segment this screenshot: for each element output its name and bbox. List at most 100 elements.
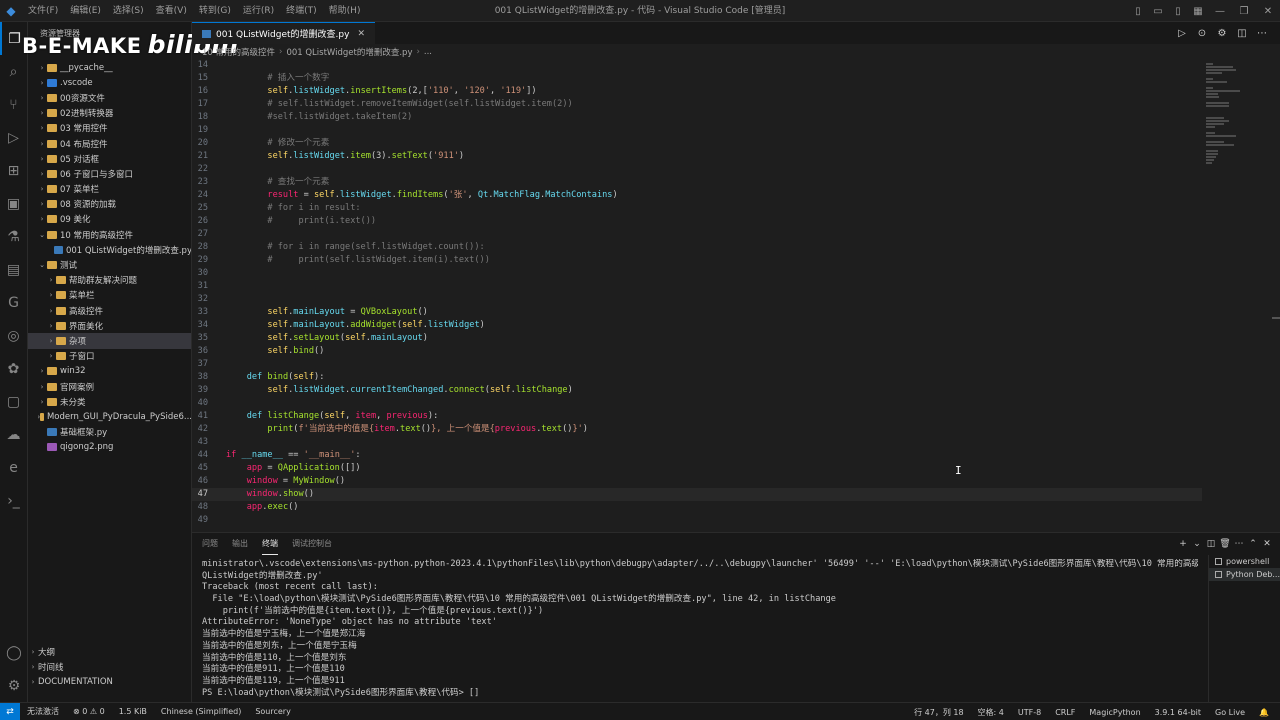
code-line[interactable]: 19 (192, 124, 1202, 137)
run-file-icon[interactable]: ▷ (1172, 28, 1192, 39)
code-line[interactable]: 16 self.listWidget.insertItems(2,['110',… (192, 85, 1202, 98)
notifications-bell-icon[interactable]: 🔔 (1252, 708, 1276, 717)
tree-item[interactable]: 001 QListWidget的增删改查.py (28, 242, 191, 257)
tab-debug-console[interactable]: 调试控制台 (292, 533, 332, 555)
tree-item[interactable]: 基础框架.py (28, 425, 191, 440)
status-activation[interactable]: 无法激活 (20, 706, 66, 717)
menu-edit[interactable]: 编辑(E) (64, 0, 107, 22)
more-actions-icon[interactable]: ⋯ (1232, 539, 1246, 549)
status-interpreter[interactable]: 3.9.1 64-bit (1148, 708, 1208, 717)
tree-item[interactable]: › 09 美化 (28, 212, 191, 227)
tree-item[interactable]: › 杂项 (28, 333, 191, 349)
breadcrumb-folder[interactable]: 10 常用的高级控件 (202, 46, 275, 58)
tab-output[interactable]: 输出 (232, 533, 248, 555)
terminal-item-python-debug[interactable]: Python Deb... (1209, 568, 1280, 581)
code-line[interactable]: 38 def bind(self): (192, 371, 1202, 384)
code-line[interactable]: 24 result = self.listWidget.findItems('张… (192, 189, 1202, 202)
code-line[interactable]: 29 # print(self.listWidget.item(i).text(… (192, 254, 1202, 267)
code-editor[interactable]: 14 15 # 插入一个数字 16 self.listWidget.insertIt… (192, 59, 1202, 531)
run-debug-icon[interactable]: ▷ (0, 121, 27, 154)
maximize-panel-icon[interactable]: ⌃ (1246, 539, 1260, 549)
tree-item[interactable]: › .vscode (28, 75, 191, 90)
tree-item[interactable]: › 05 对话框 (28, 151, 191, 166)
code-line[interactable]: 14 (192, 59, 1202, 72)
code-line[interactable]: 40 (192, 397, 1202, 410)
code-line[interactable]: 20 # 修改一个元素 (192, 137, 1202, 150)
code-line[interactable]: 49 (192, 514, 1202, 527)
remote-explorer-icon[interactable]: ▣ (0, 187, 27, 220)
search-icon[interactable]: ⌕ (0, 55, 27, 88)
status-language-mode[interactable]: MagicPython (1082, 708, 1147, 717)
status-problems[interactable]: ⊗ 0 ⚠ 0 (66, 707, 112, 716)
tree-item[interactable]: › 06 子窗口与多窗口 (28, 166, 191, 181)
tree-item[interactable]: › 08 资源的加载 (28, 197, 191, 212)
menu-help[interactable]: 帮助(H) (323, 0, 367, 22)
code-line[interactable]: 36 self.bind() (192, 345, 1202, 358)
source-control-icon[interactable]: ⑂ (0, 88, 27, 121)
menu-run[interactable]: 运行(R) (237, 0, 280, 22)
layout-icon[interactable]: ▦ (1188, 6, 1208, 17)
timeline-section[interactable]: › 时间线 (28, 660, 191, 675)
gitlens-icon[interactable]: G (0, 286, 27, 319)
breadcrumb-file[interactable]: 001 QListWidget的增删改查.py (286, 46, 412, 58)
code-line[interactable]: 28 # for i in range(self.listWidget.coun… (192, 241, 1202, 254)
code-line[interactable]: 42 print(f'当前选中的值是{item.text()}, 上一个值是{p… (192, 423, 1202, 436)
tree-item[interactable]: › 07 菜单栏 (28, 182, 191, 197)
editor-scrollbar[interactable] (1272, 59, 1280, 531)
minimap[interactable] (1202, 59, 1272, 531)
code-line[interactable]: 30 (192, 267, 1202, 280)
status-cursor-position[interactable]: 行 47，列 18 (907, 707, 970, 718)
code-line[interactable]: 31 (192, 280, 1202, 293)
tree-item[interactable]: › 帮助群友解决问题 (28, 273, 191, 288)
status-eol[interactable]: CRLF (1048, 708, 1082, 717)
toggle-sidebar-icon[interactable]: ▯ (1128, 6, 1148, 17)
code-line[interactable]: 15 # 插入一个数字 (192, 72, 1202, 85)
code-line[interactable]: 21 self.listWidget.item(3).setText('911'… (192, 150, 1202, 163)
tree-item[interactable]: › 子窗口 (28, 349, 191, 364)
code-line[interactable]: 47 window.show() (192, 488, 1202, 501)
outline-section[interactable]: › 大纲 (28, 644, 191, 659)
cloud-icon[interactable]: ☁ (0, 418, 27, 451)
code-line[interactable]: 43 (192, 436, 1202, 449)
code-line[interactable]: 17 # self.listWidget.removeItemWidget(se… (192, 98, 1202, 111)
code-line[interactable]: 34 self.mainLayout.addWidget(self.listWi… (192, 319, 1202, 332)
scrollbar-thumb[interactable] (1272, 317, 1280, 319)
tree-item[interactable]: › 03 常用控件 (28, 121, 191, 136)
code-line[interactable]: 25 # for i in result: (192, 202, 1202, 215)
extensions-icon[interactable]: ⊞ (0, 154, 27, 187)
manage-gear-icon[interactable]: ⚙ (0, 669, 28, 702)
documentation-section[interactable]: › DOCUMENTATION (28, 675, 191, 690)
code-line[interactable]: 39 self.listWidget.currentItemChanged.co… (192, 384, 1202, 397)
code-line[interactable]: 18 #self.listWidget.takeItem(2) (192, 111, 1202, 124)
edge-icon[interactable]: e (0, 451, 27, 484)
menu-view[interactable]: 查看(V) (150, 0, 193, 22)
tree-item[interactable]: ⌄ 测试 (28, 257, 191, 272)
status-encoding[interactable]: UTF-8 (1011, 708, 1048, 717)
status-indentation[interactable]: 空格: 4 (971, 707, 1011, 718)
terminal-item-powershell[interactable]: powershell (1209, 555, 1280, 568)
code-line[interactable]: 32 (192, 293, 1202, 306)
tree-item[interactable]: › Modern_GUI_PyDracula_PySide6... (28, 409, 191, 424)
code-line[interactable]: 33 self.mainLayout = QVBoxLayout() (192, 306, 1202, 319)
code-line[interactable]: 46 window = MyWindow() (192, 475, 1202, 488)
menu-terminal[interactable]: 终端(T) (280, 0, 323, 22)
minimize-icon[interactable]: — (1208, 6, 1232, 17)
toggle-secondary-sidebar-icon[interactable]: ▯ (1168, 6, 1188, 17)
toggle-panel-icon[interactable]: ▭ (1148, 6, 1168, 17)
compare-icon[interactable]: ⊙ (1192, 28, 1212, 39)
tree-item[interactable]: › 高级控件 (28, 303, 191, 318)
menu-go[interactable]: 转到(G) (193, 0, 237, 22)
split-terminal-icon[interactable]: ◫ (1204, 539, 1218, 549)
code-line[interactable]: 41 def listChange(self, item, previous): (192, 410, 1202, 423)
tree-item[interactable]: › 02进制转换器 (28, 106, 191, 121)
new-terminal-icon[interactable]: + (1176, 539, 1190, 549)
terminal-output[interactable]: ministrator\.vscode\extensions\ms-python… (202, 559, 1198, 703)
code-line[interactable]: 48 app.exec() (192, 501, 1202, 514)
plugin-icon[interactable]: ✿ (0, 352, 27, 385)
tree-item[interactable]: › 未分类 (28, 394, 191, 409)
chevron-down-icon[interactable]: ⌄ (1190, 539, 1204, 549)
tree-item[interactable]: qigong2.png (28, 440, 191, 455)
terminal-tools-icon[interactable]: ›_ (0, 484, 27, 517)
tree-item[interactable]: › 04 布局控件 (28, 136, 191, 151)
code-line[interactable]: 37 (192, 358, 1202, 371)
